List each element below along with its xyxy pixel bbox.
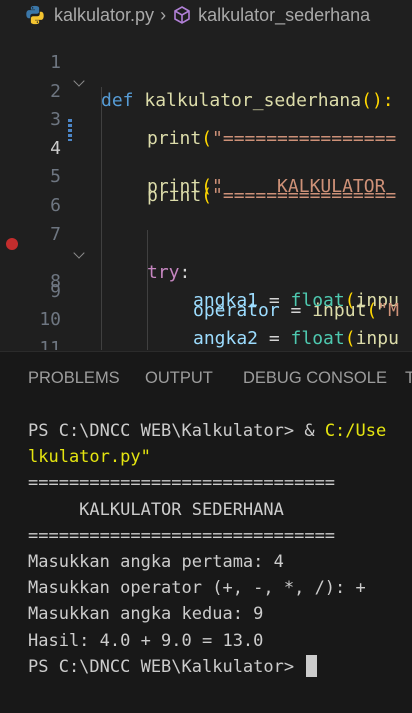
terminal-cursor xyxy=(306,654,318,677)
terminal-line: Hasil: 4.0 + 9.0 = 13.0 xyxy=(28,630,264,651)
code-line[interactable]: 2 xyxy=(0,59,412,102)
tab-problems[interactable]: PROBLEMS xyxy=(28,369,120,388)
code-line[interactable]: 1 def kalkulator_sederhana(): xyxy=(0,30,412,111)
terminal-command-path: C:/Use xyxy=(324,421,387,441)
terminal[interactable]: PS C:\DNCC WEB\Kalkulator> & C:/Use lkul… xyxy=(28,418,412,680)
bottom-panel: PROBLEMS OUTPUT DEBUG CONSOLE T PS C:\DN… xyxy=(0,351,412,713)
code-line[interactable]: 10 angka2 = float(inpu xyxy=(0,287,412,349)
terminal-line: Masukkan angka pertama: 4 xyxy=(28,551,284,572)
python-icon xyxy=(26,5,44,25)
line-number: 11 xyxy=(39,338,61,350)
chevron-right-icon: › xyxy=(160,4,167,25)
code-editor[interactable]: 1 def kalkulator_sederhana(): 2 3 print(… xyxy=(0,30,412,350)
breadcrumb-symbol[interactable]: kalkulator_sederhana xyxy=(198,5,370,26)
code-line[interactable]: 11 xyxy=(0,316,412,350)
code-line[interactable]: 5 print("================ xyxy=(0,144,412,206)
code-line[interactable]: 3 print("================ xyxy=(0,87,412,149)
breakpoint-icon[interactable] xyxy=(6,238,18,251)
terminal-line: Masukkan operator (+, -, *, /): + xyxy=(28,578,366,599)
code-line-active[interactable]: 4 print(" KALKULATOR xyxy=(0,116,412,197)
breadcrumb: kalkulator.py › kalkulator_sederhana xyxy=(0,0,412,30)
terminal-prompt: PS C:\DNCC WEB\Kalkulator> & xyxy=(28,421,325,441)
code-line[interactable]: 6 xyxy=(0,173,412,216)
terminal-line: Masukkan angka kedua: 9 xyxy=(28,604,264,625)
tab-output[interactable]: OUTPUT xyxy=(145,369,213,388)
terminal-line: lkulator.py" xyxy=(28,447,151,468)
terminal-prompt: PS C:\DNCC WEB\Kalkulator> xyxy=(28,656,305,677)
tab-debug-console[interactable]: DEBUG CONSOLE xyxy=(243,369,387,388)
modified-line-indicator xyxy=(68,118,72,141)
code-line[interactable]: 9 operator = input("M xyxy=(0,259,412,321)
tab-terminal[interactable]: T xyxy=(405,369,412,388)
terminal-line: ============================== xyxy=(28,473,336,494)
breadcrumb-file[interactable]: kalkulator.py xyxy=(54,5,154,26)
code-line[interactable]: 8 angka1 = float(inpu xyxy=(0,230,412,311)
terminal-line: PS C:\DNCC WEB\Kalkulator> xyxy=(28,654,412,680)
terminal-line: PS C:\DNCC WEB\Kalkulator> & C:/Use xyxy=(28,418,412,444)
code-line[interactable]: 7 try: xyxy=(0,202,412,283)
symbol-method-icon xyxy=(174,6,190,24)
terminal-line: KALKULATOR SEDERHANA xyxy=(28,499,284,520)
panel-tabs: PROBLEMS OUTPUT DEBUG CONSOLE T xyxy=(0,352,412,404)
terminal-line: ============================== xyxy=(28,525,336,546)
